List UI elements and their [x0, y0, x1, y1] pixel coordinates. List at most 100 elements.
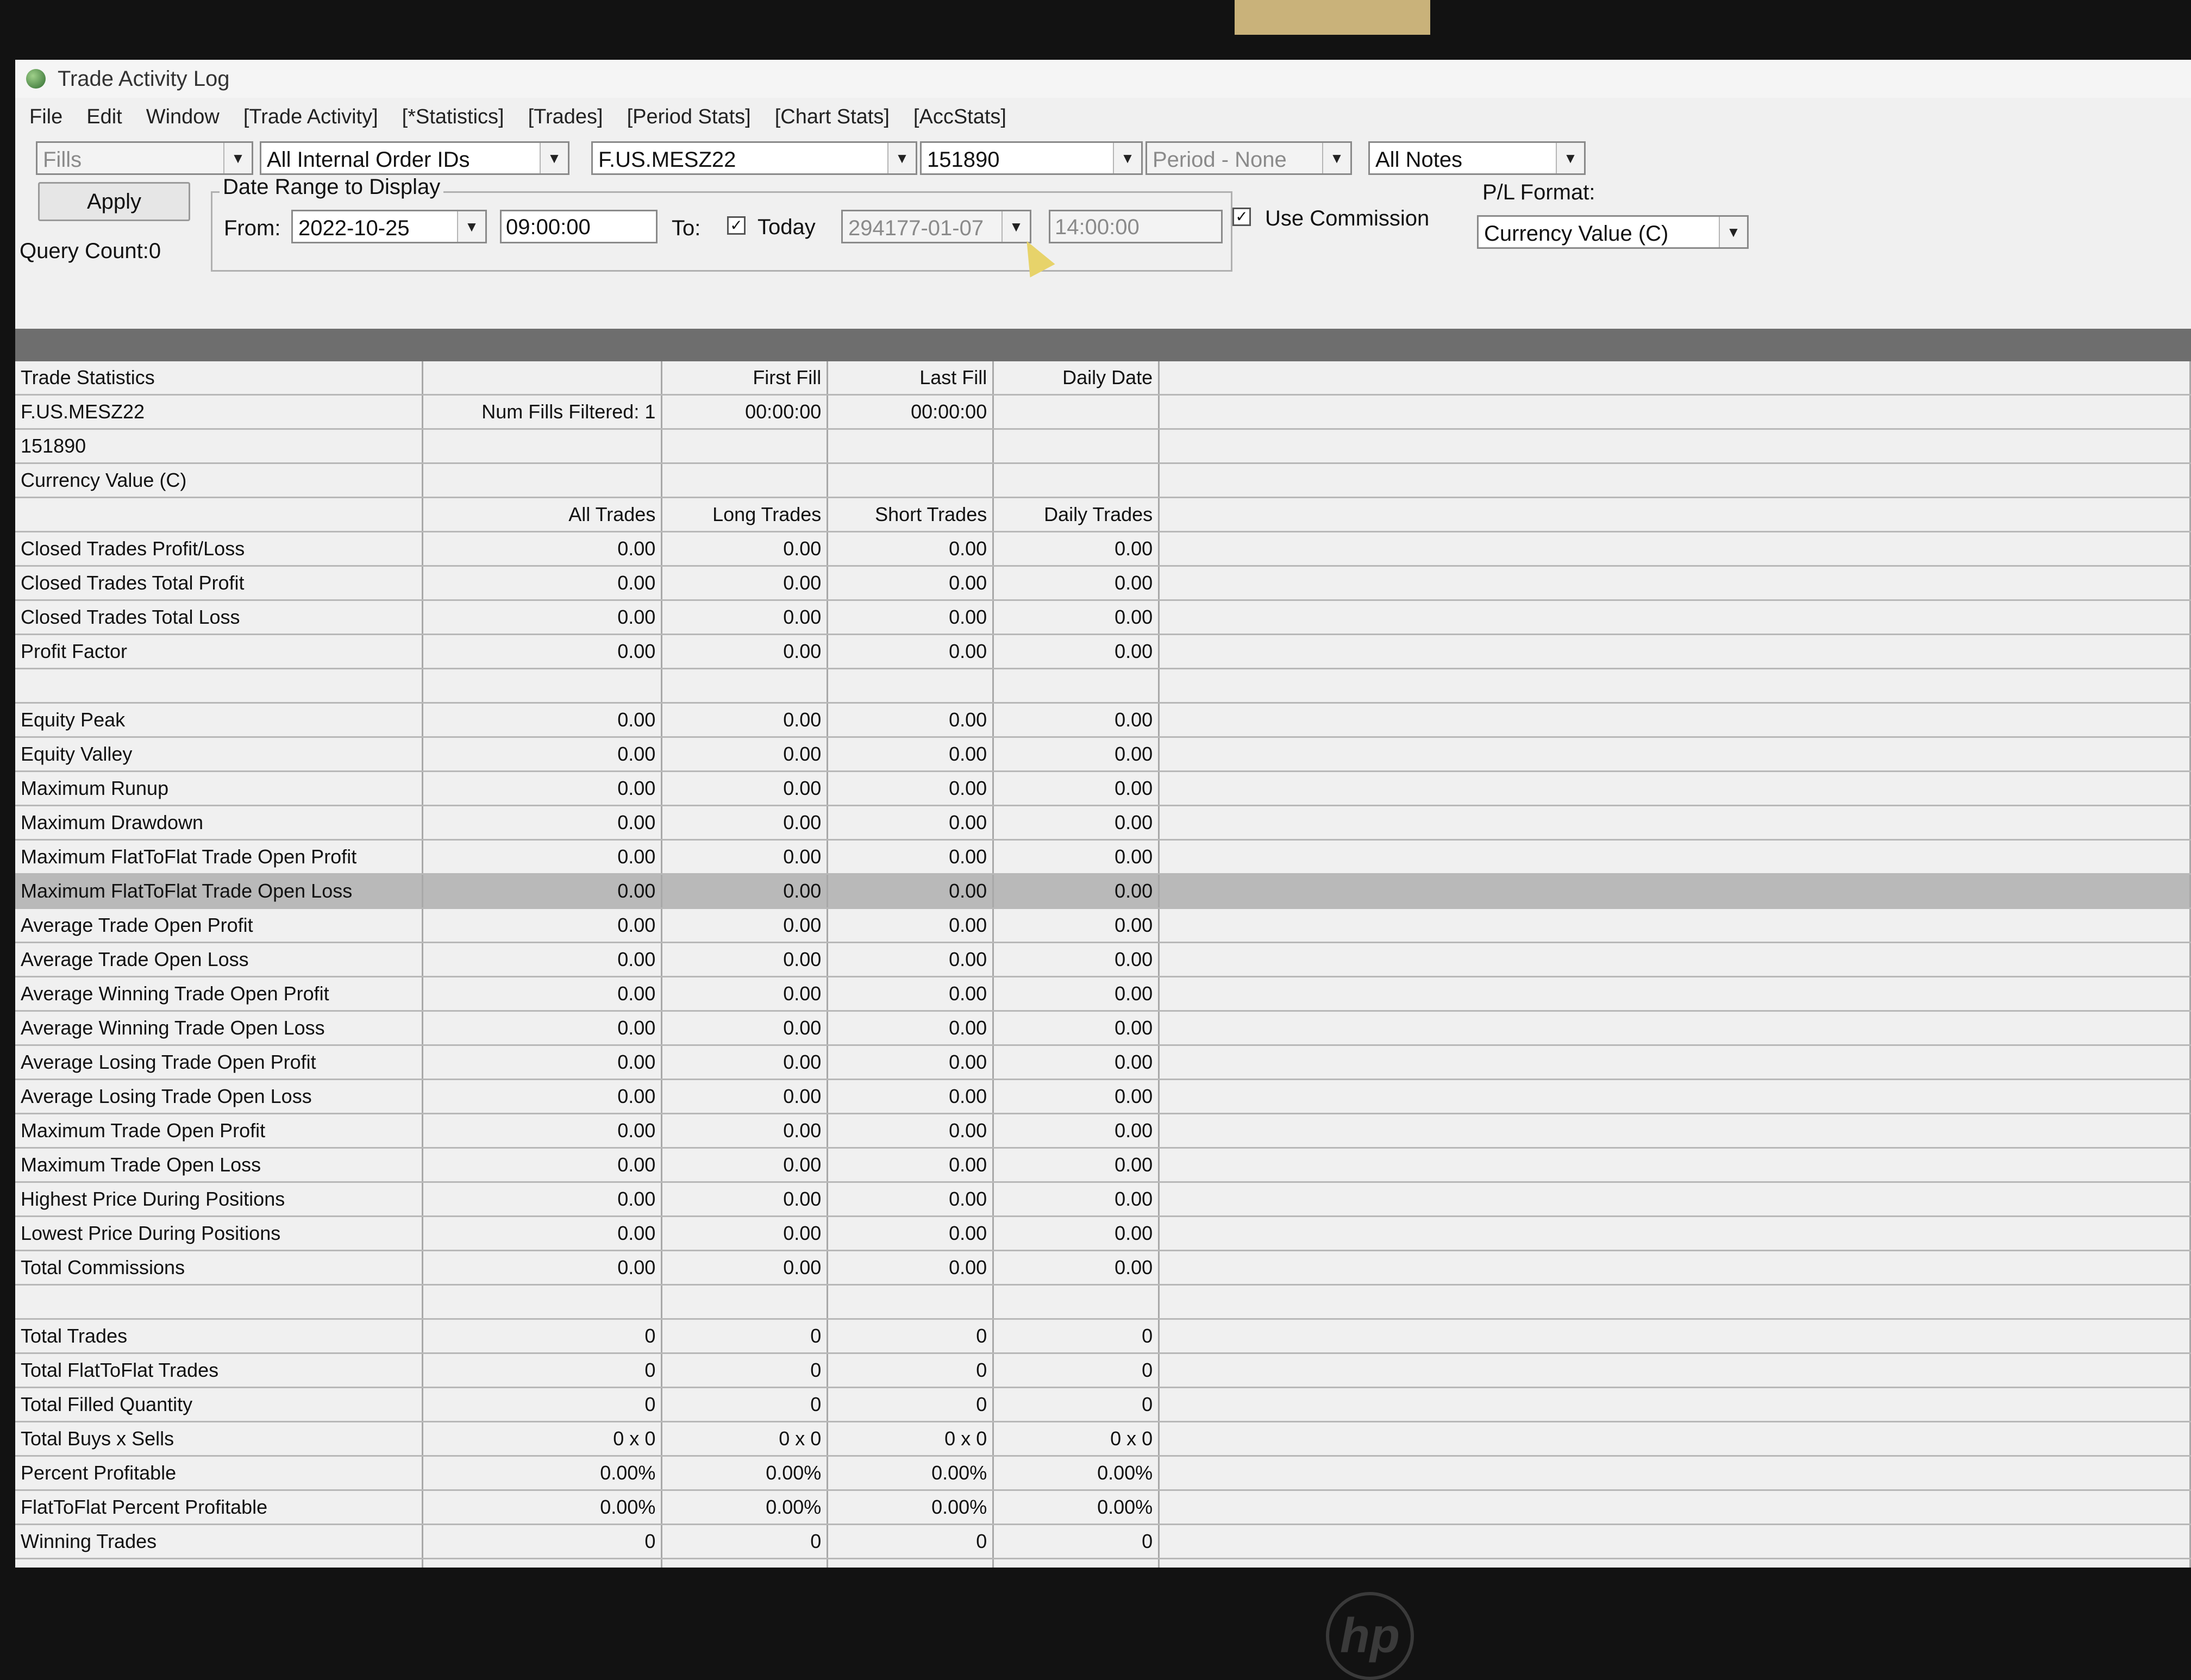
stat-value: 0.00 — [993, 771, 1160, 806]
table-filler — [1159, 394, 2191, 430]
menu-window[interactable]: Window — [146, 105, 220, 129]
stat-value: 0 — [661, 1524, 829, 1559]
stat-value: 0 — [827, 1387, 994, 1422]
stat-value: 0.00 — [827, 976, 994, 1012]
row-label: 151890 — [15, 429, 424, 464]
menu-trade-activity[interactable]: [Trade Activity] — [243, 105, 378, 129]
stat-value: 0 — [661, 1387, 829, 1422]
table-row: 151890 — [15, 429, 2191, 464]
stat-value: 0.00 — [827, 600, 994, 635]
to-date-picker[interactable]: 294177-01-07 ▼ — [841, 210, 1031, 243]
stat-value: 0.00% — [661, 1456, 829, 1491]
apply-button[interactable]: Apply — [38, 182, 190, 221]
stat-value: 0.00 — [661, 1148, 829, 1183]
chevron-down-icon[interactable]: ▼ — [1322, 143, 1350, 173]
menu-trades[interactable]: [Trades] — [528, 105, 603, 129]
stat-value: 0.00 — [661, 531, 829, 567]
row-label: Profit Factor — [15, 634, 424, 669]
row-label: Currency Value (C) — [15, 463, 424, 498]
stat-value: 0.00 — [993, 1045, 1160, 1080]
period-select[interactable]: Period - None ▼ — [1145, 141, 1352, 175]
to-time-field[interactable]: 14:00:00 — [1049, 210, 1223, 243]
stat-value: 0.00 — [827, 531, 994, 567]
pl-format-select[interactable]: Currency Value (C) ▼ — [1477, 215, 1749, 249]
row-label: Maximum FlatToFlat Trade Open Profit — [15, 839, 424, 875]
symbol-select[interactable]: F.US.MESZ22 ▼ — [591, 141, 917, 175]
row-label: Maximum Trade Open Loss — [15, 1148, 424, 1183]
table-row: Average Losing Trade Open Profit 0.00 0.00… — [15, 1045, 2191, 1080]
use-commission-checkbox[interactable]: ✓ — [1232, 208, 1251, 226]
menu-chart-stats[interactable]: [Chart Stats] — [775, 105, 890, 129]
table-row: Closed Trades Total Loss 0.00 0.00 0.00 0.00 — [15, 600, 2191, 635]
table-row: F.US.MESZ22 Num Fills Filtered: 1 00:00:00… — [15, 394, 2191, 430]
notes-select[interactable]: All Notes ▼ — [1368, 141, 1586, 175]
stat-value: 0.00 — [827, 839, 994, 875]
table-row: Maximum Runup 0.00 0.00 0.00 0.00 — [15, 771, 2191, 806]
stat-value: 0 — [827, 1558, 994, 1568]
stat-value: 0.00 — [827, 1182, 994, 1217]
stat-value: 0.00 — [661, 839, 829, 875]
table-filler — [1159, 1045, 2191, 1080]
stat-value: 0.00 — [661, 771, 829, 806]
stat-value: 0.00 — [993, 976, 1160, 1012]
table-row: Average Winning Trade Open Profit 0.00 0.0… — [15, 976, 2191, 1012]
stat-value — [993, 463, 1160, 498]
order-ids-select[interactable]: All Internal Order IDs ▼ — [260, 141, 569, 175]
stat-value: 0.00 — [661, 1250, 829, 1286]
window-title: Trade Activity Log — [58, 66, 230, 91]
menu-file[interactable]: File — [29, 105, 62, 129]
stat-value: 0.00 — [827, 1045, 994, 1080]
chevron-down-icon[interactable]: ▼ — [1001, 211, 1030, 242]
chevron-down-icon[interactable]: ▼ — [223, 143, 252, 173]
menu-period-stats[interactable]: [Period Stats] — [627, 105, 751, 129]
stat-value: 0.00 — [422, 600, 663, 635]
stat-value: 0.00 — [422, 805, 663, 841]
stat-value: 0.00 — [422, 531, 663, 567]
row-label: Maximum FlatToFlat Trade Open Loss — [15, 874, 424, 909]
chevron-down-icon[interactable]: ▼ — [1556, 143, 1584, 173]
from-time-field[interactable]: 09:00:00 — [500, 210, 658, 243]
stat-value — [993, 429, 1160, 464]
stat-value: 00:00:00 — [827, 394, 994, 430]
stat-value: 0.00 — [422, 874, 663, 909]
table-filler — [1159, 1387, 2191, 1422]
menu-statistics[interactable]: [*Statistics] — [402, 105, 504, 129]
stat-value: 0.00 — [422, 976, 663, 1012]
table-filler — [1159, 1456, 2191, 1491]
table-row: Percent Profitable 0.00% 0.00% 0.00% 0.00% — [15, 1456, 2191, 1491]
stat-value: 0.00% — [827, 1456, 994, 1491]
stat-value: 0 — [993, 1524, 1160, 1559]
table-row: Total Commissions 0.00 0.00 0.00 0.00 — [15, 1250, 2191, 1286]
table-row: Maximum Trade Open Profit 0.00 0.00 0.00 0.0… — [15, 1113, 2191, 1149]
stat-value — [827, 1284, 994, 1320]
table-filler — [1159, 839, 2191, 875]
stat-value: 0.00% — [661, 1490, 829, 1525]
row-label — [15, 1284, 424, 1320]
chevron-down-icon[interactable]: ▼ — [1113, 143, 1141, 173]
stat-value: 0 x 0 — [422, 1421, 663, 1457]
table-filler — [1159, 1011, 2191, 1046]
chevron-down-icon[interactable]: ▼ — [457, 211, 485, 242]
chevron-down-icon[interactable]: ▼ — [1719, 217, 1747, 247]
row-label: Total Filled Quantity — [15, 1387, 424, 1422]
fills-select[interactable]: Fills ▼ — [36, 141, 253, 175]
today-checkbox[interactable]: ✓ — [727, 216, 746, 235]
stat-value: 0.00 — [993, 531, 1160, 567]
chevron-down-icon[interactable]: ▼ — [887, 143, 916, 173]
chevron-down-icon[interactable]: ▼ — [540, 143, 568, 173]
stat-value: 0.00 — [993, 737, 1160, 772]
stat-value — [661, 463, 829, 498]
account-select[interactable]: 151890 ▼ — [920, 141, 1143, 175]
fills-select-value: Fills — [43, 148, 82, 172]
stat-value: 0.00 — [827, 1011, 994, 1046]
stat-value: 0.00 — [422, 1216, 663, 1251]
menu-acc-stats[interactable]: [AccStats] — [913, 105, 1006, 129]
row-label: Maximum Drawdown — [15, 805, 424, 841]
from-date-picker[interactable]: 2022-10-25 ▼ — [291, 210, 487, 243]
stat-value: All Trades — [422, 497, 663, 532]
row-label — [15, 668, 424, 704]
menu-edit[interactable]: Edit — [86, 105, 122, 129]
row-label: Closed Trades Profit/Loss — [15, 531, 424, 567]
row-label: FlatToFlat Percent Profitable — [15, 1490, 424, 1525]
stat-value: 0.00 — [827, 1113, 994, 1149]
